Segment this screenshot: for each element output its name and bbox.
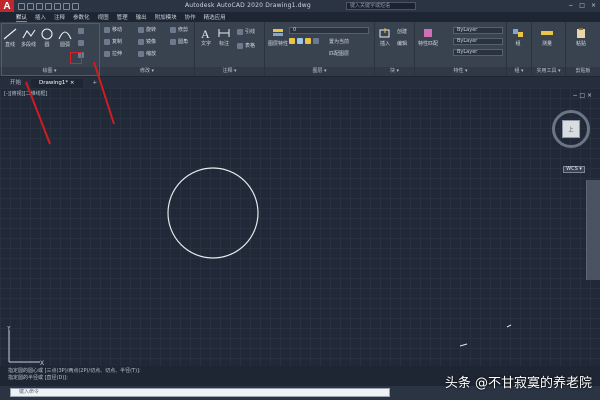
viewcube-top-face[interactable]: 上 <box>562 120 580 138</box>
wcs-dropdown[interactable]: WCS ▾ <box>563 166 585 173</box>
command-input[interactable]: 键入命令 <box>10 388 390 397</box>
svg-text:X: X <box>40 360 44 366</box>
svg-text:Y: Y <box>6 326 11 332</box>
command-history: 指定圆的圆心或 [三点(3P)/两点(2P)/切点、切点、半径(T)]: 指定圆… <box>8 368 368 382</box>
navigation-bar[interactable] <box>586 180 600 280</box>
cursor-mark <box>506 324 512 328</box>
watermark: 头条 @不甘寂寞的养老院 <box>444 376 592 391</box>
annotation-overlay <box>25 61 512 347</box>
red-arrow-right <box>93 61 115 125</box>
crosshair-mark <box>459 343 468 347</box>
red-arrow-left <box>25 81 51 145</box>
drawn-circle[interactable] <box>167 167 259 259</box>
ucs-icon: Y X <box>6 326 44 366</box>
command-history-line: 指定圆的半径或 [直径(D)]: <box>8 375 68 381</box>
command-history-line: 指定圆的圆心或 [三点(3P)/两点(2P)/切点、切点、半径(T)]: <box>8 368 141 374</box>
